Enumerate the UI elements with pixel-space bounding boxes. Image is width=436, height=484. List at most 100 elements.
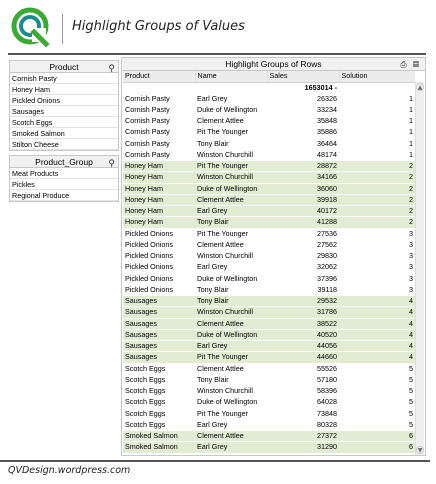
cell-product: Cornish Pasty [123, 126, 195, 139]
cell-solution: 2 [339, 183, 415, 195]
cell-solution: 4 [339, 340, 415, 353]
cell-sales: 58396 [267, 385, 339, 398]
cell-sales: 44056 [267, 340, 339, 353]
scroll-up-icon[interactable]: ▲ [416, 83, 424, 91]
column-header-product[interactable]: Product [123, 71, 195, 83]
list-item[interactable]: Pickled Onions [10, 95, 118, 106]
cell-product: Pickled Onions [123, 239, 195, 252]
table-row[interactable]: Sausages Earl Grey 44056 4 [123, 340, 415, 353]
cell-solution: 2 [339, 194, 415, 207]
table-row[interactable]: Pickled Onions Tony Blair 39118 3 [123, 284, 415, 297]
table-row[interactable]: Pickled Onions Pit The Younger 27536 3 [123, 228, 415, 240]
cell-product: Pickled Onions [123, 284, 195, 297]
table-row[interactable]: Scotch Eggs Winston Churchill 58396 5 [123, 385, 415, 398]
cell-solution: 4 [339, 318, 415, 330]
table-row[interactable]: Scotch Eggs Clement Attlee 55526 5 [123, 363, 415, 375]
list-item[interactable]: Meat Products [10, 168, 118, 179]
cell-product: Cornish Pasty [123, 115, 195, 128]
table-row[interactable]: Sausages Winston Churchill 31786 4 [123, 306, 415, 319]
cell-solution: 4 [339, 295, 415, 308]
table-row[interactable]: Scotch Eggs Duke of Wellington 64028 5 [123, 396, 415, 409]
table-row[interactable]: Cornish Pasty Earl Grey 26326 1 [123, 93, 415, 105]
table-row[interactable]: Cornish Pasty Clement Attlee 35848 1 [123, 115, 415, 128]
cell-product: Smoked Salmon [123, 430, 195, 443]
column-header-solution[interactable]: Solution [338, 71, 415, 83]
cell-name: Earl Grey [195, 261, 267, 274]
cell-name: Tony Blair [195, 216, 267, 229]
vertical-scrollbar[interactable]: ▲ ▼ [415, 82, 424, 455]
cell-sales: 29532 [267, 295, 339, 308]
table-row[interactable]: Sausages Clement Attlee 38522 4 [123, 318, 415, 330]
cell-name: Winston Churchill [195, 171, 267, 184]
cell-product: Pickled Onions [123, 261, 195, 274]
table-row[interactable]: Smoked Salmon Clement Attlee 27372 6 [123, 430, 415, 443]
list-item[interactable]: Smoked Salmon [10, 128, 118, 139]
table-row[interactable]: Sausages Duke of Wellington 40520 4 [123, 329, 415, 342]
table-row[interactable]: Honey Ham Clement Attlee 39918 2 [123, 194, 415, 207]
cell-product: Pickled Onions [123, 273, 195, 285]
cell-product: Scotch Eggs [123, 408, 195, 420]
table-row[interactable]: Cornish Pasty Winston Churchill 48174 1 [123, 149, 415, 162]
product-group-listbox-title: Product_Group [35, 157, 93, 167]
search-icon[interactable]: ⚲ [108, 62, 115, 74]
cell-name: Clement Attlee [195, 194, 267, 207]
table-row[interactable]: Scotch Eggs Tony Blair 57180 5 [123, 374, 415, 387]
search-icon[interactable]: ⚲ [108, 157, 115, 169]
table-row[interactable]: Honey Ham Pit The Younger 28872 2 [123, 160, 415, 173]
table-row[interactable]: Cornish Pasty Tony Blair 36464 1 [123, 138, 415, 150]
list-item[interactable]: Honey Ham [10, 84, 118, 95]
table-row[interactable]: Honey Ham Duke of Wellington 36060 2 [123, 183, 415, 195]
table-row[interactable]: Pickled Onions Winston Churchill 29830 3 [123, 250, 415, 263]
cell-solution: 5 [339, 374, 415, 387]
table-row[interactable]: Honey Ham Winston Churchill 34166 2 [123, 171, 415, 184]
table-row[interactable]: Pickled Onions Earl Grey 32062 3 [123, 261, 415, 274]
table-row[interactable]: Cornish Pasty Duke of Wellington 33234 1 [123, 104, 415, 117]
column-header-name[interactable]: Name [194, 71, 267, 83]
table-row[interactable]: Pickled Onions Clement Attlee 27562 3 [123, 239, 415, 252]
list-item[interactable]: Scotch Eggs [10, 117, 118, 128]
list-item[interactable]: Sausages [10, 106, 118, 117]
table-row[interactable]: Cornish Pasty Pit The Younger 35886 1 [123, 126, 415, 139]
cell-sales: 26326 [267, 93, 339, 105]
table-row[interactable]: Sausages Tony Blair 29532 4 [123, 295, 415, 308]
cell-solution: 1 [339, 93, 415, 105]
table-row[interactable]: Sausages Pit The Younger 44660 4 [123, 351, 415, 364]
table-row[interactable]: Pickled Onions Duke of Wellington 37396 3 [123, 273, 415, 285]
cell-sales: 48174 [267, 149, 339, 162]
list-item[interactable]: Regional Produce [10, 190, 118, 201]
product-listbox-title: Product [49, 62, 79, 72]
cell-name: Earl Grey [195, 205, 267, 218]
table-row[interactable]: Scotch Eggs Pit The Younger 73848 5 [123, 408, 415, 420]
cell-product: Honey Ham [123, 216, 195, 229]
table-row[interactable]: Scotch Eggs Earl Grey 80328 5 [123, 419, 415, 432]
cell-name: Winston Churchill [195, 149, 267, 162]
print-icon[interactable]: ⎙ [400, 60, 408, 69]
cell-solution: 3 [339, 284, 415, 297]
cell-sales: 34166 [267, 171, 339, 184]
table-row[interactable]: Smoked Salmon Earl Grey 31290 6 [123, 441, 415, 454]
cell-name: Winston Churchill [195, 306, 267, 319]
product-group-listbox[interactable]: Product_Group ⚲ Meat Products Pickles Regi… [9, 155, 119, 202]
cell-product: Scotch Eggs [123, 385, 195, 398]
excel-export-icon[interactable]: ▦ [413, 60, 421, 69]
table-row[interactable]: Honey Ham Earl Grey 40172 2 [123, 205, 415, 218]
list-item[interactable]: Pickles [10, 179, 118, 190]
page-title: Highlight Groups of Values [72, 19, 245, 34]
cell-product: Pickled Onions [123, 250, 195, 263]
column-header-sales[interactable]: Sales [266, 71, 339, 83]
product-listbox[interactable]: Product ⚲ Cornish Pasty Honey Ham Pickled … [9, 60, 119, 151]
cell-sales: 36464 [267, 138, 339, 150]
cell-product: Honey Ham [123, 194, 195, 207]
list-item[interactable]: Stilton Cheese [10, 139, 118, 150]
footer-link[interactable]: QVDesign.wordpress.com [8, 465, 130, 476]
column-header-row: Product Name Sales Solution [123, 71, 415, 83]
list-item[interactable]: Cornish Pasty [10, 73, 118, 84]
cell-solution: 2 [339, 160, 415, 173]
scroll-down-icon[interactable]: ▼ [416, 446, 424, 454]
table-row[interactable]: Honey Ham Tony Blair 41288 2 [123, 216, 415, 229]
cell-name: Tony Blair [195, 295, 267, 308]
cell-solution: 3 [339, 261, 415, 274]
cell-sales: 39918 [267, 194, 339, 207]
cell-name: Earl Grey [195, 419, 267, 432]
cell-name: Clement Attlee [195, 239, 267, 252]
